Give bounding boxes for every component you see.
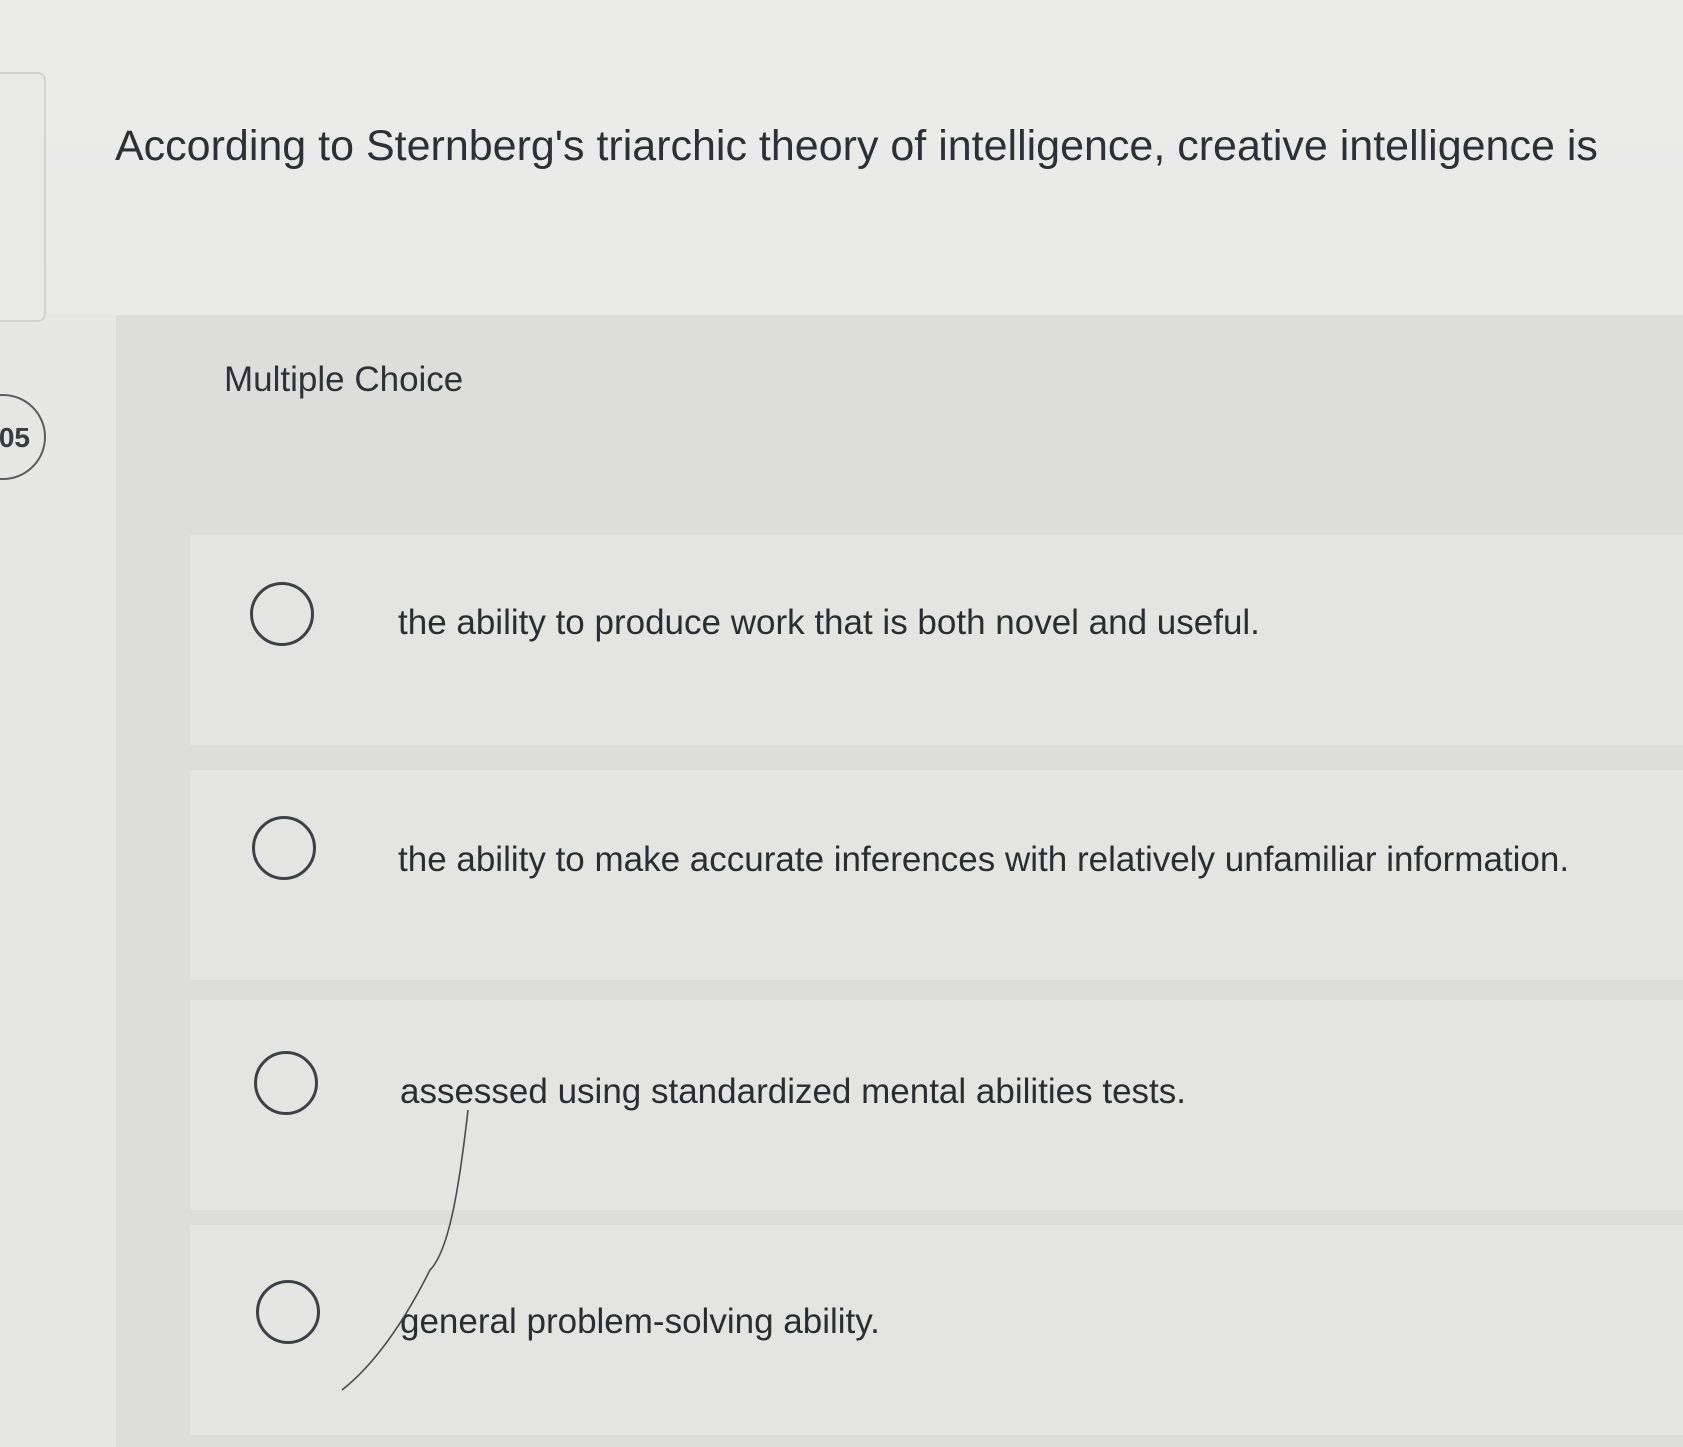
radio-unchecked-icon[interactable]: [256, 1280, 320, 1344]
radio-unchecked-icon[interactable]: [252, 816, 316, 880]
side-panel-tab[interactable]: [0, 72, 46, 322]
question-number-label: 05: [0, 422, 30, 453]
answer-option-label[interactable]: the ability to make accurate inferences …: [398, 840, 1569, 880]
answer-option-label[interactable]: assessed using standardized mental abili…: [400, 1072, 1186, 1112]
radio-unchecked-icon[interactable]: [250, 582, 314, 646]
question-text: According to Sternberg's triarchic theor…: [115, 122, 1598, 170]
answer-option-label[interactable]: general problem-solving ability.: [400, 1302, 880, 1342]
question-number-badge[interactable]: 05: [0, 394, 46, 480]
answer-option-label[interactable]: the ability to produce work that is both…: [398, 603, 1260, 643]
question-type-label: Multiple Choice: [224, 360, 464, 399]
radio-unchecked-icon[interactable]: [254, 1051, 318, 1115]
